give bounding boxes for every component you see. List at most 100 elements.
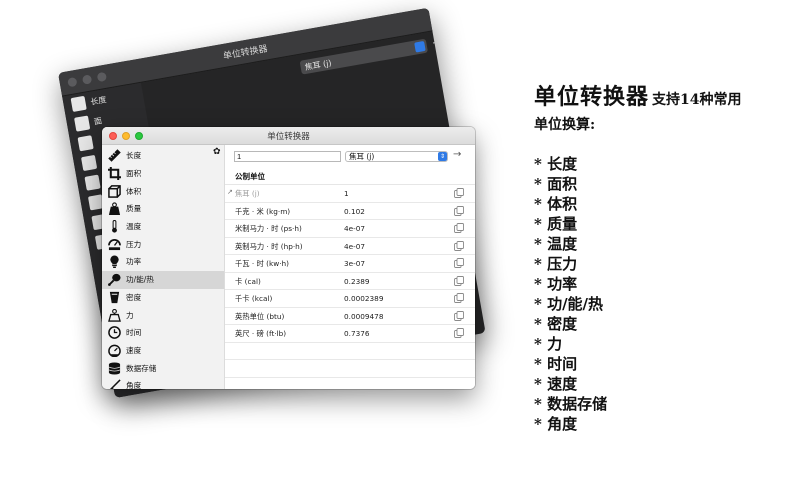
- sidebar-item[interactable]: 速度: [102, 342, 224, 360]
- beaker-icon: [108, 291, 121, 304]
- unit-value: 0.0002389: [344, 294, 384, 303]
- back-unit-label: 焦耳 (j): [304, 58, 333, 72]
- cube-icon: [108, 184, 121, 198]
- table-row: 英尺 · 磅 (ft·lb) 0.7376: [225, 325, 475, 343]
- sidebar-item[interactable]: 体积: [102, 182, 224, 200]
- window-titlebar: 单位转换器: [102, 127, 475, 145]
- feature-item: * 速度: [534, 375, 578, 393]
- sidebar-item[interactable]: 质量: [102, 200, 224, 218]
- feature-item: * 体积: [534, 195, 578, 213]
- sidebar-item-label: 面积: [126, 169, 142, 179]
- drumstick-icon: [108, 273, 121, 287]
- unit-name: 千卡 (kcal): [235, 294, 273, 303]
- copy-icon[interactable]: [454, 258, 464, 268]
- promo-subtitle: 支持14种常用: [652, 92, 742, 108]
- unit-value: 0.7376: [344, 329, 370, 338]
- sidebar-item[interactable]: 功率: [102, 253, 224, 271]
- gauge-icon: [108, 238, 121, 251]
- table-row: 英制马力 · 时 (hp·h) 4e-07: [225, 238, 475, 255]
- feature-list: * 长度 * 面积 * 体积 * 质量 * 温度 * 压力 * 功率 * 功/能/热 * 密度 *…: [534, 154, 796, 434]
- empty-row: [225, 360, 475, 378]
- unit-name: 千瓦 · 时 (kw·h): [235, 259, 289, 268]
- sidebar-item-label: 长度: [126, 151, 142, 161]
- unit-value: 0.2389: [344, 276, 370, 286]
- unit-name: 英热单位 (btu): [235, 311, 285, 321]
- weight-icon: [80, 154, 98, 172]
- converter-window: 单位转换器 ✿ 长度面积体积质量温度 压力功率功/能/热密度力时间速度数据存储角度…: [102, 127, 475, 389]
- copy-icon[interactable]: [454, 275, 464, 286]
- crop-icon: [108, 167, 121, 181]
- sidebar-item[interactable]: 温度: [102, 218, 224, 236]
- feature-item: * 功率: [534, 275, 578, 293]
- table-row: 千瓦 · 时 (kw·h) 3e-07: [225, 255, 475, 273]
- copy-icon[interactable]: [454, 223, 464, 233]
- feature-item: * 密度: [534, 315, 578, 333]
- back-sidebar-label: 面: [93, 115, 103, 126]
- unit-name: 英尺 · 磅 (ft·lb): [235, 329, 287, 338]
- sidebar-item[interactable]: 时间: [102, 324, 224, 342]
- chevron-updown-icon: [414, 40, 426, 53]
- category-sidebar: ✿ 长度面积体积质量温度 压力功率功/能/热密度力时间速度数据存储角度: [102, 145, 225, 389]
- unit-value: 4e-07: [344, 224, 366, 233]
- sidebar-item[interactable]: 力: [102, 306, 224, 324]
- sidebar-item[interactable]: 长度: [102, 147, 224, 165]
- arrow-right-icon[interactable]: →: [431, 35, 442, 49]
- table-row: 米制马力 · 时 (ps·h) 4e-07: [225, 220, 475, 238]
- sidebar-item-label: 质量: [126, 204, 142, 214]
- table-row: 卡 (cal) 0.2389: [225, 273, 475, 290]
- copy-icon[interactable]: [454, 328, 464, 338]
- crop-icon: [74, 115, 91, 132]
- copy-icon[interactable]: [454, 310, 464, 321]
- force-icon: [108, 308, 121, 322]
- sidebar-item-label: 功率: [126, 257, 142, 267]
- window-title: 单位转换器: [267, 132, 310, 142]
- sidebar-item-label: 速度: [126, 345, 142, 355]
- unit-name: 焦耳 (j): [235, 189, 260, 198]
- gear-icon[interactable]: ✿: [213, 147, 221, 157]
- section-title: 公制单位: [225, 168, 475, 185]
- copy-icon[interactable]: [454, 188, 464, 198]
- feature-item: * 功/能/热: [534, 295, 604, 313]
- thermometer-icon: [84, 174, 101, 191]
- feature-item: * 时间: [534, 355, 578, 373]
- ruler-icon: [70, 95, 87, 112]
- feature-item: * 角度: [534, 415, 578, 433]
- unit-value: 3e-07: [344, 259, 366, 268]
- unit-select[interactable]: 焦耳 (j) ⇕: [345, 151, 448, 162]
- sidebar-item-label: 数据存储: [126, 363, 157, 373]
- promo-subtitle-line2: 单位换算:: [534, 117, 596, 133]
- sidebar-item[interactable]: 压力: [102, 235, 224, 253]
- unit-name: 卡 (cal): [235, 276, 261, 286]
- ruler-icon: [108, 149, 121, 163]
- cube-icon: [77, 135, 94, 152]
- promo-heading: 单位转换器 支持14种常用: [534, 79, 796, 111]
- sidebar-item[interactable]: 功/能/热: [102, 270, 224, 289]
- copy-icon[interactable]: [454, 205, 464, 216]
- category-list: 长度面积体积质量温度 压力功率功/能/热密度力时间速度数据存储角度: [102, 145, 224, 389]
- copy-icon[interactable]: [454, 240, 464, 251]
- database-icon: [108, 362, 121, 375]
- sidebar-item-label: 时间: [126, 328, 142, 338]
- sidebar-item-label: 角度: [126, 381, 142, 389]
- sidebar-item[interactable]: 面积: [102, 165, 224, 183]
- sidebar-item-label: 力: [126, 310, 134, 320]
- unit-name: 千克 · 米 (kg·m): [235, 206, 291, 216]
- main-pane: 焦耳 (j) ⇕ → 公制单位 ↗焦耳 (j)1千克 · 米 (kg·m)0.1…: [225, 145, 475, 389]
- feature-item: * 数据存储: [534, 395, 608, 413]
- feature-item: * 面积: [534, 175, 578, 193]
- speedometer-icon: [108, 344, 121, 357]
- unit-value: 0.102: [344, 206, 365, 216]
- copy-icon[interactable]: [454, 293, 464, 303]
- sidebar-item[interactable]: 数据存储: [102, 359, 224, 377]
- arrow-right-icon[interactable]: →: [453, 149, 461, 160]
- unit-name: 米制马力 · 时 (ps·h): [235, 224, 302, 233]
- unit-value: 1: [344, 189, 349, 198]
- amount-input[interactable]: [234, 151, 341, 162]
- sidebar-item[interactable]: 密度: [102, 289, 224, 307]
- unit-value: 0.0009478: [344, 311, 384, 321]
- conversion-toolbar: 焦耳 (j) ⇕ →: [225, 145, 475, 168]
- sidebar-item[interactable]: 角度: [102, 377, 224, 389]
- promo-text: 单位转换器 支持14种常用 单位换算: * 长度 * 面积 * 体积 * 质量 * 温度 *…: [534, 79, 796, 434]
- feature-item: * 质量: [534, 215, 578, 233]
- sidebar-item-label: 功/能/热: [126, 275, 154, 285]
